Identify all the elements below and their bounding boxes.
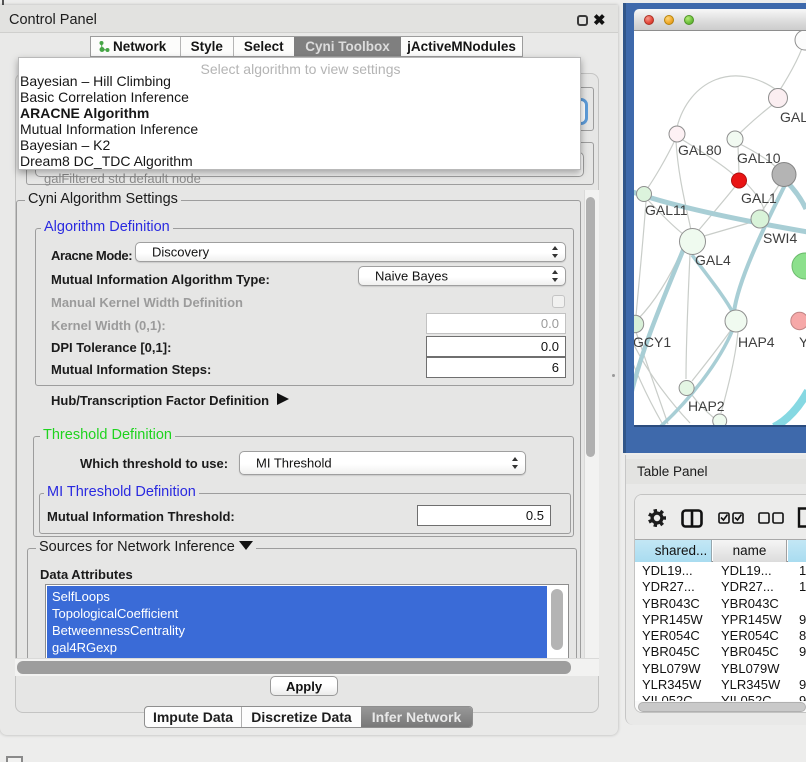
- svg-text:GCY1: GCY1: [634, 334, 671, 350]
- svg-text:GAL80: GAL80: [678, 142, 722, 158]
- svg-text:SWI4: SWI4: [763, 230, 797, 246]
- svg-text:GAL: GAL: [780, 109, 806, 125]
- svg-text:GAL1: GAL1: [741, 190, 777, 206]
- svg-text:GAL4: GAL4: [695, 252, 731, 268]
- svg-text:GAL10: GAL10: [737, 150, 781, 166]
- svg-text:Y: Y: [799, 334, 806, 350]
- svg-text:HAP4: HAP4: [738, 334, 775, 350]
- svg-text:HAP2: HAP2: [688, 398, 725, 414]
- svg-text:GAL11: GAL11: [645, 202, 688, 218]
